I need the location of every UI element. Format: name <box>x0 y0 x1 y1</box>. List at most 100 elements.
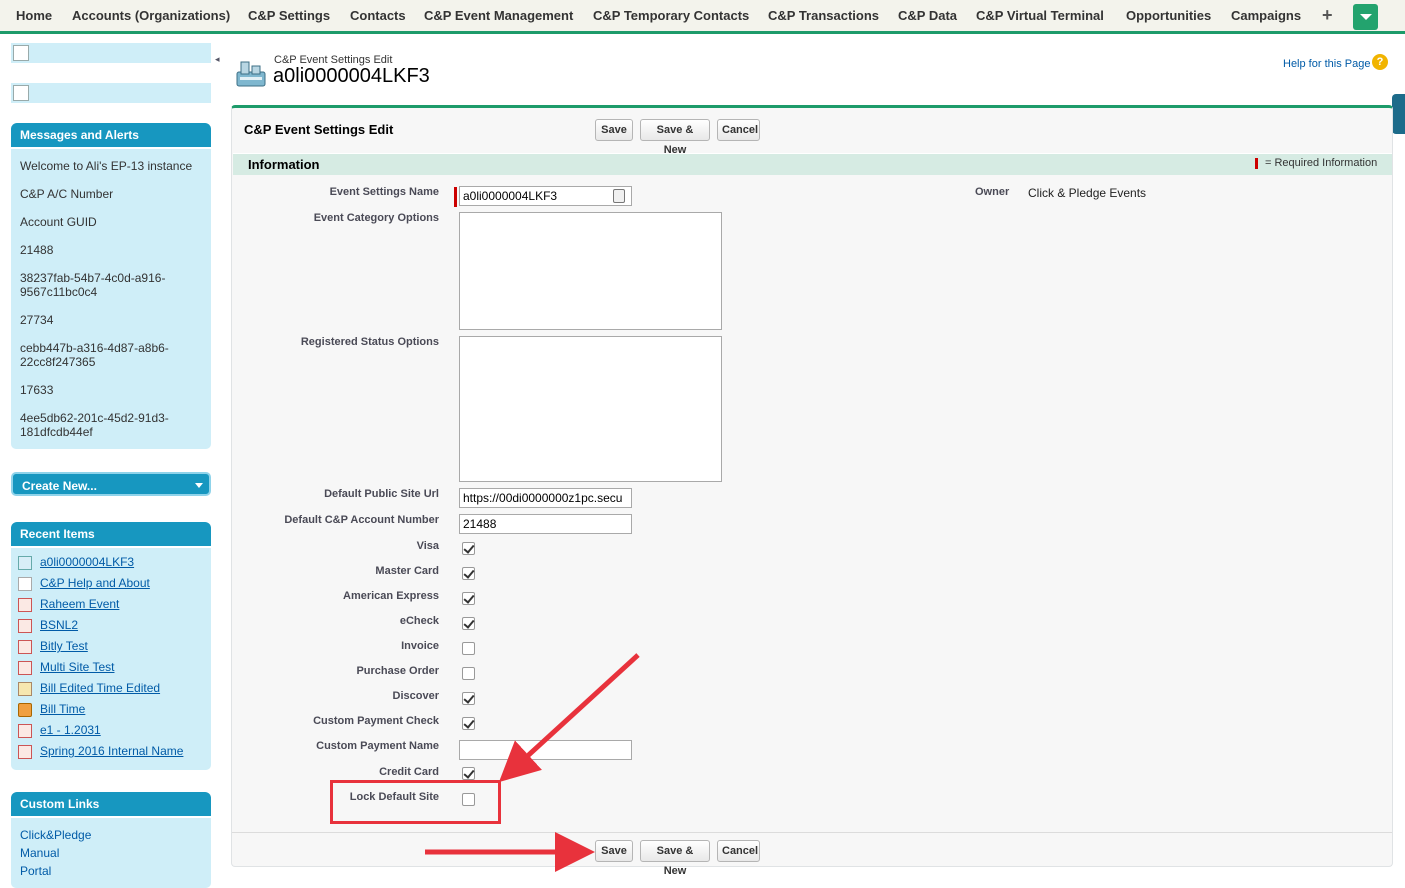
messages-alerts-box: Messages and Alerts Welcome to Ali's EP-… <box>11 123 211 449</box>
invoice-checkbox[interactable] <box>462 642 475 655</box>
echeck-checkbox[interactable] <box>462 617 475 630</box>
tab-campaigns[interactable]: Campaigns <box>1231 8 1301 23</box>
time-icon <box>18 703 32 717</box>
custom-payment-check-checkbox[interactable] <box>462 717 475 730</box>
side-panel-toggle[interactable] <box>1392 94 1405 134</box>
event-category-options-textarea[interactable] <box>459 212 722 330</box>
master-card-checkbox[interactable] <box>462 567 475 580</box>
american-express-checkbox[interactable] <box>462 592 475 605</box>
edit-panel-title: C&P Event Settings Edit <box>244 122 394 137</box>
credit-card-checkbox[interactable] <box>462 767 475 780</box>
text-document-icon <box>18 598 32 612</box>
recent-items-title: Recent Items <box>11 522 211 546</box>
owner-label: Owner <box>975 186 1010 198</box>
default-public-site-url-input[interactable]: https://00di0000000z1pc.secu <box>459 488 632 508</box>
cancel-button[interactable]: Cancel <box>717 119 760 141</box>
help-link[interactable]: Help for this Page <box>1283 58 1370 70</box>
tab-accounts[interactable]: Accounts (Organizations) <box>72 8 230 23</box>
custom-links-title: Custom Links <box>11 792 211 816</box>
save-button-bottom[interactable]: Save <box>595 840 633 862</box>
lookup-icon[interactable] <box>613 189 625 203</box>
custom-payment-name-input[interactable] <box>459 740 632 760</box>
text-document-icon <box>18 619 32 633</box>
bill-icon <box>18 682 32 696</box>
message-item: C&P A/C Number <box>20 187 114 201</box>
purchase-order-checkbox[interactable] <box>462 667 475 680</box>
message-item: Welcome to Ali's EP-13 instance <box>20 159 193 173</box>
tab-contacts[interactable]: Contacts <box>350 8 406 23</box>
event-settings-name-label: Event Settings Name <box>329 186 439 198</box>
purchase-order-label: Purchase Order <box>356 665 439 677</box>
recent-item-link[interactable]: Raheem Event <box>40 597 119 611</box>
create-new-dropdown[interactable]: Create New... <box>11 472 211 496</box>
text-document-icon <box>18 640 32 654</box>
custom-links-box: Custom Links Click&Pledge Manual Portal <box>11 792 211 888</box>
information-section-header: Information = Required Information <box>233 153 1392 175</box>
create-new-label: Create New... <box>22 479 97 493</box>
text-document-icon <box>18 661 32 675</box>
save-new-button[interactable]: Save & New <box>640 119 710 156</box>
custom-link[interactable]: Portal <box>20 864 51 878</box>
message-item: 27734 <box>20 313 54 327</box>
save-new-button-bottom[interactable]: Save & New <box>640 840 710 877</box>
custom-payment-name-label: Custom Payment Name <box>316 740 439 752</box>
registered-status-options-textarea[interactable] <box>459 336 722 482</box>
recent-item-link[interactable]: a0li0000004LKF3 <box>40 555 134 569</box>
recent-item-link[interactable]: Bill Edited Time Edited <box>40 681 160 695</box>
message-item: 17633 <box>20 383 54 397</box>
recent-item-link[interactable]: BSNL2 <box>40 618 78 632</box>
save-button[interactable]: Save <box>595 119 633 141</box>
default-account-number-label: Default C&P Account Number <box>284 514 439 526</box>
tab-cp-virtual-terminal[interactable]: C&P Virtual Terminal <box>976 8 1104 23</box>
recent-item-link[interactable]: Bitly Test <box>40 639 88 653</box>
annotation-highlight-box <box>330 780 501 824</box>
custom-payment-check-label: Custom Payment Check <box>313 715 439 727</box>
tab-cp-event-management[interactable]: C&P Event Management <box>424 8 573 23</box>
tab-cp-transactions[interactable]: C&P Transactions <box>768 8 879 23</box>
recent-item-link[interactable]: Spring 2016 Internal Name <box>40 744 183 758</box>
discover-checkbox[interactable] <box>462 692 475 705</box>
all-tabs-plus-icon[interactable]: + <box>1322 5 1333 26</box>
tab-cp-temporary-contacts[interactable]: C&P Temporary Contacts <box>593 8 749 23</box>
tab-cp-data[interactable]: C&P Data <box>898 8 957 23</box>
custom-link[interactable]: Manual <box>20 846 59 860</box>
recent-item-link[interactable]: Multi Site Test <box>40 660 114 674</box>
tab-cp-settings[interactable]: C&P Settings <box>248 8 330 23</box>
event-settings-icon <box>18 556 32 570</box>
recent-item-link[interactable]: C&P Help and About <box>40 576 150 590</box>
american-express-label: American Express <box>343 590 439 602</box>
credit-card-label: Credit Card <box>379 766 439 778</box>
default-account-number-input[interactable]: 21488 <box>459 514 632 534</box>
event-settings-name-input[interactable]: a0li0000004LKF3 <box>459 186 632 206</box>
message-item: Account GUID <box>20 215 97 229</box>
tab-opportunities[interactable]: Opportunities <box>1126 8 1211 23</box>
broken-image-icon <box>13 85 29 101</box>
tab-home[interactable]: Home <box>16 8 52 23</box>
broken-image-icon <box>13 45 29 61</box>
broken-image-2 <box>11 83 211 103</box>
recent-item-link[interactable]: e1 - 1.2031 <box>40 723 101 737</box>
required-marker <box>1255 158 1258 169</box>
divider <box>232 832 1392 833</box>
message-item: 38237fab-54b7-4c0d-a916-9567c11bc0c4 <box>20 271 166 299</box>
master-card-label: Master Card <box>375 565 439 577</box>
sidebar-collapse-icon[interactable]: ◂ <box>215 52 223 66</box>
owner-value: Click & Pledge Events <box>1028 186 1147 200</box>
message-item: 21488 <box>20 243 54 257</box>
message-item: 4ee5db62-201c-45d2-91d3-181dfcdb44ef <box>20 411 169 439</box>
visa-checkbox[interactable] <box>462 542 475 555</box>
default-public-site-url-label: Default Public Site Url <box>324 488 439 500</box>
top-nav: Home Accounts (Organizations) C&P Settin… <box>0 0 1405 34</box>
recent-item-link[interactable]: Bill Time <box>40 702 85 716</box>
help-icon[interactable]: ? <box>1372 54 1388 70</box>
required-legend: = Required Information <box>1265 157 1378 169</box>
cancel-button-bottom[interactable]: Cancel <box>717 840 760 862</box>
invoice-label: Invoice <box>401 640 439 652</box>
tabs-dropdown-button[interactable] <box>1353 4 1378 30</box>
visa-label: Visa <box>416 540 439 552</box>
event-category-options-label: Event Category Options <box>313 212 439 224</box>
echeck-label: eCheck <box>399 615 439 627</box>
event-settings-icon <box>236 61 266 87</box>
required-marker <box>454 187 457 207</box>
custom-link[interactable]: Click&Pledge <box>20 828 91 842</box>
